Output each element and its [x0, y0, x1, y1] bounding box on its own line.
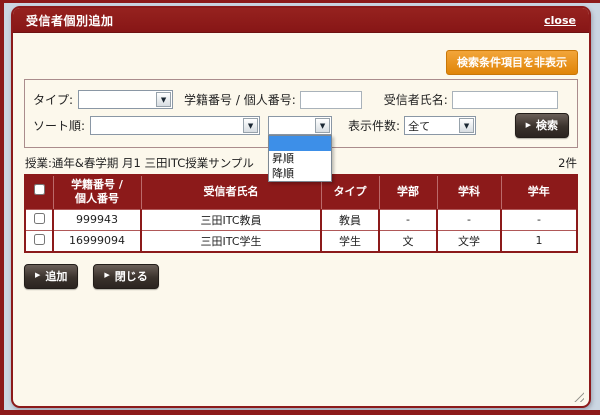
cell-recipient-name: 三田ITC学生 [141, 230, 321, 252]
result-count: 2件 [558, 155, 577, 171]
add-button-label: 追加 [45, 268, 67, 284]
sort-direction-dropdown: 昇順 降順 [268, 135, 332, 182]
search-conditions-panel: タイプ: ▼ 学籍番号 / 個人番号: 受信者氏名: ソート順: ▼ [24, 79, 578, 148]
cell-faculty: 文 [379, 230, 437, 252]
header-student-number-line1: 学籍番号 / [56, 178, 139, 192]
dropdown-arrow-icon: ▼ [243, 118, 258, 133]
sort-order-label: ソート順: [33, 117, 85, 134]
dropdown-arrow-icon: ▼ [156, 92, 171, 107]
close-link[interactable]: close [544, 14, 576, 27]
add-recipient-dialog: 受信者個別追加 close 検索条件項目を非表示 タイプ: ▼ 学籍番号 / 個… [11, 6, 591, 408]
dialog-titlebar: 受信者個別追加 close [13, 8, 589, 33]
close-button[interactable]: ▶ 閉じる [93, 264, 158, 289]
play-arrow-icon: ▶ [35, 272, 40, 279]
select-all-checkbox[interactable] [34, 184, 45, 195]
sort-direction-select-wrap: ▼ 昇順 降順 [268, 116, 332, 135]
cell-type: 教員 [321, 209, 379, 230]
row-checkbox-cell [25, 230, 53, 252]
cell-student-number: 999943 [53, 209, 141, 230]
display-count-select[interactable]: 全て ▼ [404, 116, 476, 135]
dropdown-arrow-icon: ▼ [459, 118, 474, 133]
recipient-table: 学籍番号 / 個人番号 受信者氏名 タイプ 学部 学科 学年 [24, 174, 578, 253]
play-arrow-icon: ▶ [526, 122, 531, 129]
dialog-content: 検索条件項目を非表示 タイプ: ▼ 学籍番号 / 個人番号: 受信者氏名: ソー… [13, 50, 589, 289]
type-label: タイプ: [33, 91, 73, 108]
footer-buttons: ▶ 追加 ▶ 閉じる [24, 264, 578, 289]
cell-grade: - [501, 209, 577, 230]
recipient-name-label: 受信者氏名: [384, 91, 448, 108]
play-arrow-icon: ▶ [104, 272, 109, 279]
table-row: 16999094 三田ITC学生 学生 文 文学 1 [25, 230, 577, 252]
header-department: 学科 [437, 175, 501, 209]
add-button[interactable]: ▶ 追加 [24, 264, 78, 289]
search-button[interactable]: ▶ 検索 [515, 113, 569, 138]
toggle-row: 検索条件項目を非表示 [24, 50, 578, 75]
hide-search-conditions-button[interactable]: 検索条件項目を非表示 [446, 50, 578, 75]
dropdown-arrow-icon: ▼ [315, 118, 330, 133]
select-all-header-cell [25, 175, 53, 209]
sort-option-ascending[interactable]: 昇順 [269, 151, 331, 166]
student-number-label: 学籍番号 / 個人番号: [184, 91, 296, 108]
header-student-number-line2: 個人番号 [56, 192, 139, 206]
dialog-title: 受信者個別追加 [26, 12, 114, 29]
page-background: 受信者個別追加 close 検索条件項目を非表示 タイプ: ▼ 学籍番号 / 個… [0, 0, 600, 415]
student-number-input[interactable] [300, 91, 362, 109]
sort-direction-select[interactable]: ▼ [268, 116, 332, 135]
cell-department: 文学 [437, 230, 501, 252]
row-checkbox-cell [25, 209, 53, 230]
display-count-select-value: 全て [405, 118, 430, 134]
sort-option-descending[interactable]: 降順 [269, 166, 331, 181]
class-info-label: 授業:通年&春学期 月1 三田ITC授業サンプル [25, 155, 254, 171]
close-button-label: 閉じる [115, 268, 148, 284]
search-row-2: ソート順: ▼ ▼ 昇順 降順 [33, 113, 569, 138]
search-row-1: タイプ: ▼ 学籍番号 / 個人番号: 受信者氏名: [33, 90, 569, 109]
row-select-checkbox[interactable] [34, 234, 45, 245]
search-button-label: 検索 [536, 117, 558, 133]
recipient-name-input[interactable] [452, 91, 558, 109]
cell-grade: 1 [501, 230, 577, 252]
cell-recipient-name: 三田ITC教員 [141, 209, 321, 230]
sort-key-select[interactable]: ▼ [90, 116, 260, 135]
row-select-checkbox[interactable] [34, 213, 45, 224]
resize-handle-icon[interactable] [572, 390, 584, 402]
cell-type: 学生 [321, 230, 379, 252]
cell-student-number: 16999094 [53, 230, 141, 252]
header-student-number: 学籍番号 / 個人番号 [53, 175, 141, 209]
sort-option-blank[interactable] [269, 136, 331, 151]
type-select[interactable]: ▼ [78, 90, 173, 109]
header-faculty: 学部 [379, 175, 437, 209]
header-grade: 学年 [501, 175, 577, 209]
display-count-label: 表示件数: [348, 117, 400, 134]
cell-department: - [437, 209, 501, 230]
cell-faculty: - [379, 209, 437, 230]
table-row: 999943 三田ITC教員 教員 - - - [25, 209, 577, 230]
